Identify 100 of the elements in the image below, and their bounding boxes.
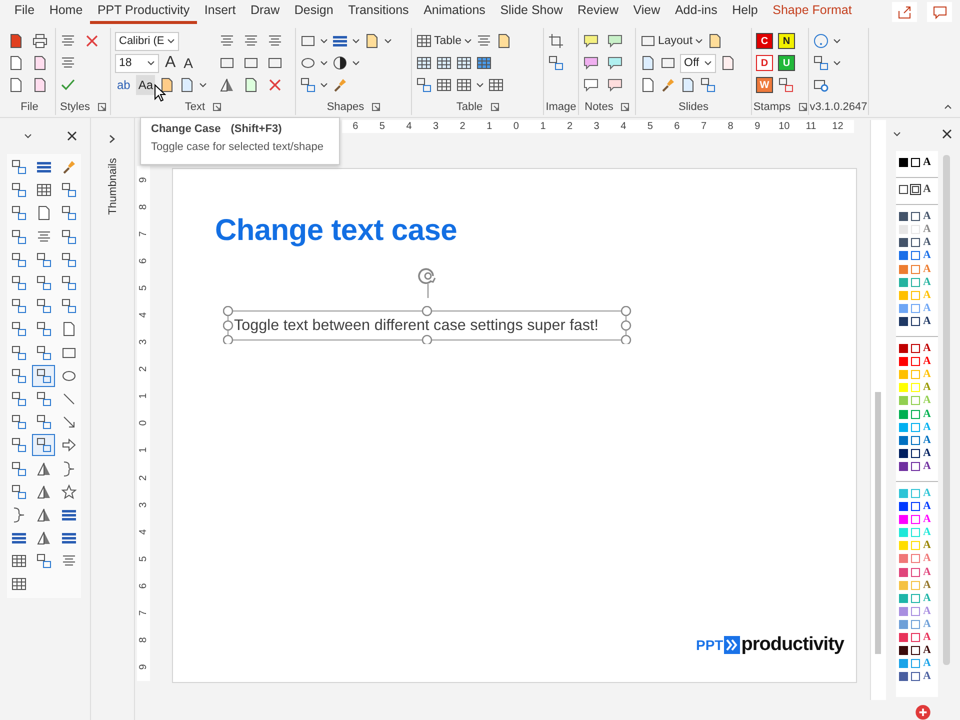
- table-icon[interactable]: [436, 77, 452, 93]
- text-tool-button[interactable]: Aa: [136, 75, 156, 95]
- rectangle-icon[interactable]: [243, 55, 260, 71]
- fill-swatch[interactable]: [899, 344, 908, 354]
- note-icon[interactable]: [607, 55, 623, 71]
- outline-swatch[interactable]: [911, 568, 920, 577]
- outline-swatch[interactable]: [912, 186, 919, 194]
- fill-swatch[interactable]: [899, 659, 908, 668]
- outline-swatch[interactable]: [911, 304, 920, 313]
- text-color-swatch[interactable]: A: [923, 501, 931, 512]
- fill-swatch[interactable]: [899, 158, 908, 168]
- rectangle-icon[interactable]: [300, 33, 316, 49]
- fill-swatch[interactable]: [899, 185, 908, 194]
- fill-swatch[interactable]: [899, 251, 908, 260]
- ribbon-tab[interactable]: Design: [287, 0, 341, 24]
- fill-swatch[interactable]: [899, 212, 908, 222]
- fill-swatch[interactable]: [899, 515, 908, 524]
- fill-swatch[interactable]: [899, 422, 908, 432]
- triangle-icon[interactable]: [219, 77, 236, 93]
- outline-swatch[interactable]: [911, 659, 920, 668]
- outline-swatch[interactable]: [911, 594, 920, 603]
- text-color-swatch[interactable]: A: [923, 671, 931, 682]
- document-icon[interactable]: [640, 55, 656, 71]
- fill-swatch[interactable]: [899, 448, 908, 458]
- outline-swatch[interactable]: [911, 396, 920, 406]
- outline-swatch[interactable]: [911, 422, 920, 432]
- caret-icon[interactable]: [384, 37, 392, 45]
- outline-swatch[interactable]: [911, 462, 920, 471]
- text-color-swatch[interactable]: A: [923, 237, 931, 248]
- fill-swatch[interactable]: [899, 620, 908, 629]
- ribbon-tab[interactable]: Add-ins: [668, 0, 725, 24]
- tool-button[interactable]: [32, 434, 55, 456]
- outline-swatch[interactable]: [911, 672, 920, 682]
- stamp-button[interactable]: N: [778, 33, 795, 49]
- outline-swatch[interactable]: [911, 316, 920, 326]
- cross-icon[interactable]: [267, 77, 284, 93]
- note-icon[interactable]: [583, 77, 599, 93]
- document-icon[interactable]: [680, 77, 696, 93]
- fill-swatch[interactable]: [899, 264, 908, 274]
- ribbon-tab[interactable]: Shape Format: [765, 0, 860, 24]
- ribbon-tab[interactable]: Help: [724, 0, 766, 24]
- document-icon[interactable]: [364, 33, 380, 49]
- outline-swatch[interactable]: [911, 158, 920, 168]
- document-icon[interactable]: [720, 55, 736, 71]
- crop-icon[interactable]: [548, 33, 564, 49]
- table-icon[interactable]: [456, 77, 472, 93]
- stamp-button[interactable]: D: [756, 55, 773, 71]
- text-color-swatch[interactable]: A: [923, 157, 931, 168]
- close-icon[interactable]: [941, 128, 953, 140]
- document-icon[interactable]: [32, 77, 48, 93]
- document-icon[interactable]: [640, 77, 656, 93]
- outline-swatch[interactable]: [911, 488, 920, 498]
- boxes-icon[interactable]: [700, 77, 716, 93]
- fill-swatch[interactable]: [899, 606, 908, 616]
- caret-icon[interactable]: [320, 37, 328, 45]
- close-icon[interactable]: [66, 130, 78, 142]
- comments-button[interactable]: [927, 2, 952, 22]
- printer-icon[interactable]: [32, 33, 48, 49]
- tool-button[interactable]: [32, 364, 55, 387]
- checkmark-icon[interactable]: [60, 77, 76, 93]
- vertical-scrollbar[interactable]: [870, 120, 886, 700]
- note-icon[interactable]: [607, 77, 623, 93]
- outline-swatch[interactable]: [911, 633, 920, 642]
- rectangle-icon[interactable]: [660, 55, 676, 71]
- fill-swatch[interactable]: [899, 238, 908, 248]
- launcher-icon[interactable]: [798, 103, 807, 111]
- fill-swatch[interactable]: [899, 462, 908, 471]
- selection-frame[interactable]: [223, 306, 633, 344]
- palette-scrollbar[interactable]: [943, 154, 950, 665]
- caret-icon[interactable]: [704, 59, 712, 67]
- stamp-button[interactable]: C: [756, 33, 773, 49]
- fill-swatch[interactable]: [899, 278, 908, 287]
- outline-swatch[interactable]: [911, 357, 920, 366]
- outline-swatch[interactable]: [911, 278, 920, 287]
- text-color-swatch[interactable]: A: [923, 343, 931, 354]
- comment-icon[interactable]: [932, 4, 948, 20]
- caret-icon[interactable]: [893, 130, 901, 138]
- text-color-swatch[interactable]: A: [923, 356, 931, 368]
- document-icon[interactable]: [243, 77, 260, 93]
- table-button[interactable]: Table: [416, 33, 472, 49]
- outline-swatch[interactable]: [911, 238, 920, 248]
- text-color-swatch[interactable]: A: [923, 580, 931, 591]
- boxes-icon[interactable]: [548, 55, 564, 71]
- note-icon[interactable]: [583, 55, 599, 71]
- caret-icon[interactable]: [694, 37, 703, 45]
- outline-swatch[interactable]: [911, 410, 920, 419]
- caret-icon[interactable]: [147, 59, 155, 67]
- font-size-combo[interactable]: 18: [115, 54, 159, 72]
- text-color-swatch[interactable]: A: [923, 250, 931, 262]
- table-icon[interactable]: [436, 55, 452, 71]
- caret-icon[interactable]: [167, 37, 175, 45]
- caret-icon[interactable]: [199, 81, 208, 89]
- brush-icon[interactable]: [660, 77, 676, 93]
- outline-swatch[interactable]: [911, 344, 920, 354]
- fill-swatch[interactable]: [899, 396, 908, 406]
- caret-icon[interactable]: [320, 81, 328, 89]
- brush-icon[interactable]: [332, 77, 348, 93]
- document-icon[interactable]: [706, 33, 723, 49]
- caret-icon[interactable]: [464, 37, 472, 45]
- text-color-swatch[interactable]: A: [923, 434, 931, 446]
